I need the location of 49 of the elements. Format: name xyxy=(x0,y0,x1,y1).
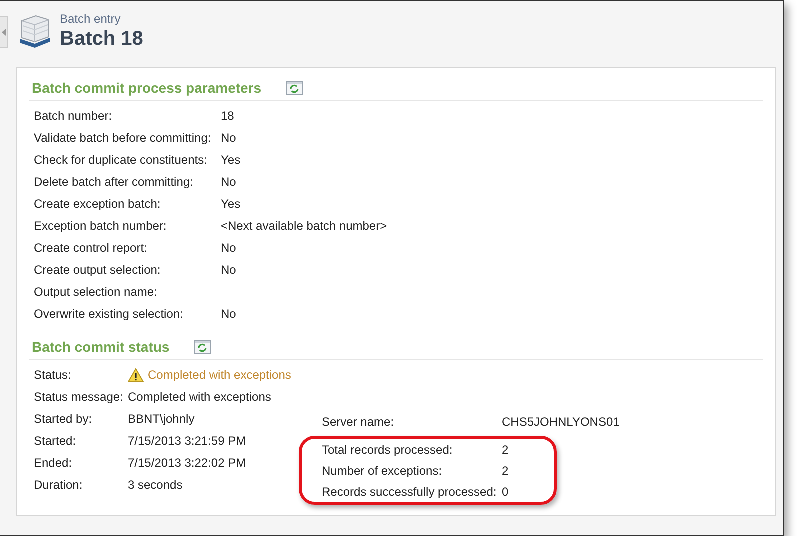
field-value: No xyxy=(221,175,236,189)
page-title: Batch 18 xyxy=(60,27,144,51)
field-label: Total records processed: xyxy=(322,442,454,456)
field-value: <Next available batch number> xyxy=(221,219,388,233)
field-value: Yes xyxy=(221,197,241,211)
field-label: Status message: xyxy=(34,390,124,404)
field-value: Completed with exceptions xyxy=(128,390,272,404)
field-label: Records successfully processed: xyxy=(322,484,498,498)
section-title: Batch commit process parameters xyxy=(32,80,262,96)
field-value: No xyxy=(221,307,236,321)
field-value: No xyxy=(221,241,236,255)
field-label: Validate batch before committing: xyxy=(34,131,212,145)
field-label: Overwrite existing selection: xyxy=(34,307,184,321)
field-label: Delete batch after committing: xyxy=(34,175,194,189)
status-value: Completed with exceptions xyxy=(148,368,292,382)
refresh-icon[interactable] xyxy=(194,340,211,354)
section-title: Batch commit status xyxy=(32,339,170,355)
field-label: Output selection name: xyxy=(34,285,158,299)
field-value: Yes xyxy=(221,153,241,167)
pallet-stack-icon xyxy=(18,13,52,49)
field-value: BBNT\johnly xyxy=(128,412,195,426)
field-value: 2 xyxy=(502,442,509,456)
left-arrow-icon xyxy=(2,28,6,36)
field-label: Batch number: xyxy=(34,109,114,123)
field-label: Server name: xyxy=(322,415,396,429)
field-label: Ended: xyxy=(34,456,74,470)
field-label: Check for duplicate constituents: xyxy=(34,153,208,167)
field-label: Started by: xyxy=(34,412,94,426)
field-label: Create output selection: xyxy=(34,263,162,277)
field-value: No xyxy=(221,263,236,277)
field-label: Duration: xyxy=(34,478,84,492)
field-value: 3 seconds xyxy=(128,478,183,492)
field-value: No xyxy=(221,131,236,145)
field-value: 2 xyxy=(502,464,509,478)
warning-icon xyxy=(128,368,144,382)
field-value: 0 xyxy=(502,484,509,498)
field-label: Create exception batch: xyxy=(34,197,162,211)
field-value: 7/15/2013 3:22:02 PM xyxy=(128,456,246,470)
collapse-tab[interactable] xyxy=(0,16,8,48)
field-value: 7/15/2013 3:21:59 PM xyxy=(128,434,246,448)
breadcrumb[interactable]: Batch entry xyxy=(60,11,144,27)
field-label: Exception batch number: xyxy=(34,219,168,233)
field-label: Number of exceptions: xyxy=(322,464,444,478)
field-label: Started: xyxy=(34,434,78,448)
field-value: CHS5JOHNLYONS01 xyxy=(502,415,620,429)
refresh-icon[interactable] xyxy=(286,81,303,95)
field-label: Create control report: xyxy=(34,241,148,255)
field-label: Status: xyxy=(34,368,72,382)
field-value: 18 xyxy=(221,109,234,123)
